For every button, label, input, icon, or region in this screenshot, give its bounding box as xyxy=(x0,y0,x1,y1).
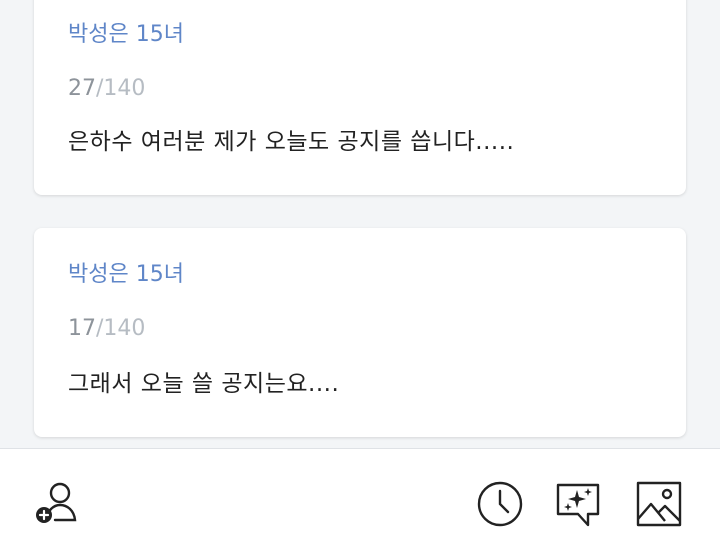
char-count-current: 27 xyxy=(68,76,96,101)
clock-icon[interactable] xyxy=(476,480,524,528)
post-author[interactable]: 박성은 15녀 xyxy=(68,260,184,290)
post-content: 은하수 여러분 제가 오늘도 공지를 씁니다..... xyxy=(68,129,515,155)
char-count-max: /140 xyxy=(96,316,146,341)
image-icon[interactable] xyxy=(634,480,682,528)
post-card[interactable]: 박성은 15녀 17/140 그래서 오늘 쓸 공지는요.... xyxy=(34,228,686,437)
char-count-current: 17 xyxy=(68,316,96,341)
char-counter: 17/140 xyxy=(68,314,145,344)
post-author[interactable]: 박성은 15녀 xyxy=(68,20,184,50)
sticker-icon[interactable] xyxy=(554,480,602,528)
post-card[interactable]: 박성은 15녀 27/140 은하수 여러분 제가 오늘도 공지를 씁니다...… xyxy=(34,0,686,195)
post-content: 그래서 오늘 쓸 공지는요.... xyxy=(68,371,340,397)
post-feed: 박성은 15녀 27/140 은하수 여러분 제가 오늘도 공지를 씁니다...… xyxy=(0,0,720,448)
add-user-icon[interactable] xyxy=(34,481,82,529)
char-counter: 27/140 xyxy=(68,74,145,104)
bottom-toolbar xyxy=(0,448,720,541)
char-count-max: /140 xyxy=(96,76,146,101)
